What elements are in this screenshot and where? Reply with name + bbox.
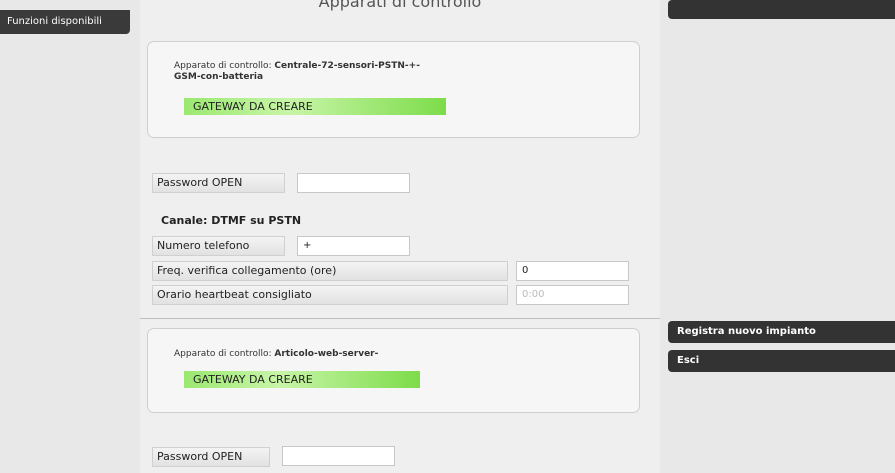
device-label: Apparato di controllo: Centrale-72-senso… (174, 61, 420, 82)
channel-title: Canale: DTMF su PSTN (161, 214, 302, 227)
exit-button[interactable]: Esci (668, 350, 895, 372)
device-card-1: Apparato di controllo: Centrale-72-senso… (147, 41, 640, 138)
left-sidebar: Funzioni disponibili (0, 0, 140, 473)
available-functions-tab[interactable]: Funzioni disponibili (0, 10, 130, 34)
register-new-system-button[interactable]: Registra nuovo impianto (668, 321, 895, 343)
right-sidebar: Registra nuovo impianto Esci (660, 0, 895, 473)
heartbeat-time-label: Orario heartbeat consigliato (152, 285, 508, 305)
phone-number-input[interactable]: + (297, 236, 410, 256)
password-open-label: Password OPEN (152, 447, 270, 467)
device-label: Apparato di controllo: Articolo-web-serv… (174, 349, 379, 359)
phone-number-label: Numero telefono (152, 236, 285, 256)
gateway-status-bar: GATEWAY DA CREARE (184, 98, 446, 115)
heartbeat-time-input[interactable]: 0:00 (516, 285, 629, 305)
top-menu-bar[interactable] (668, 0, 895, 19)
gateway-status-bar: GATEWAY DA CREARE (184, 371, 420, 388)
password-open-input[interactable] (297, 173, 410, 193)
page-title: Apparati di controllo (318, 0, 482, 11)
password-open-label: Password OPEN (152, 173, 285, 193)
device-card-2: Apparato di controllo: Articolo-web-serv… (147, 328, 640, 413)
password-open-input[interactable] (282, 446, 395, 466)
section-divider (140, 318, 660, 319)
check-frequency-input[interactable]: 0 (516, 261, 629, 281)
check-frequency-label: Freq. verifica collegamento (ore) (152, 261, 508, 281)
